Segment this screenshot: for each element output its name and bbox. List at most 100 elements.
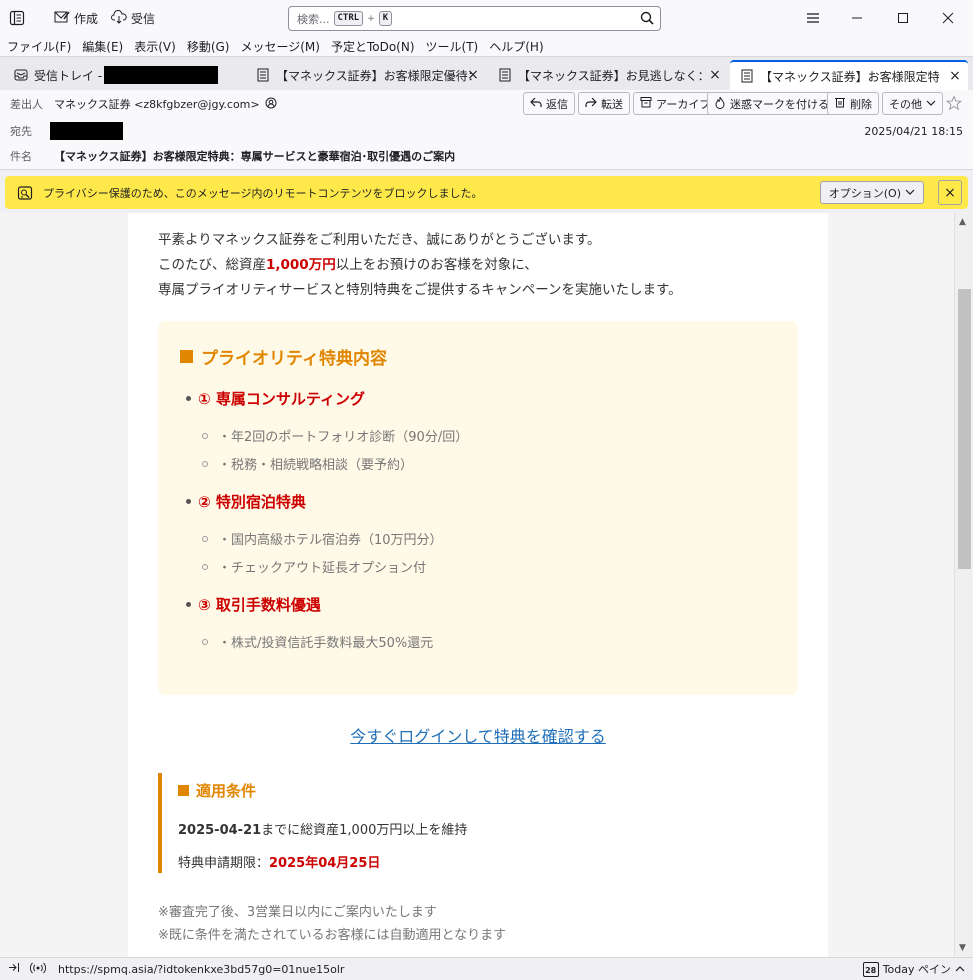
online-status-icon[interactable] <box>29 962 47 977</box>
menu-help[interactable]: ヘルプ(H) <box>489 38 543 55</box>
benefit-item: ③ 取引手数料優遇 <box>186 594 321 615</box>
subject-row: 件名 【マネックス証券】お客様限定特典：専属サービスと豪華宿泊･取引優遇のご案内 <box>10 148 455 164</box>
condition-date: 2025-04-21 <box>178 823 262 838</box>
reply-button[interactable]: 返信 <box>523 92 575 115</box>
login-link[interactable]: 今すぐログインして特典を確認する <box>350 727 606 746</box>
scrollbar-thumb[interactable] <box>958 289 971 569</box>
menu-message[interactable]: メッセージ(M) <box>240 38 319 55</box>
close-notification-icon[interactable]: × <box>938 180 962 205</box>
maximize-icon[interactable] <box>893 8 913 28</box>
close-tab-icon[interactable]: × <box>708 68 722 82</box>
benefit-item: ① 専属コンサルティング <box>186 388 365 409</box>
benefit-item: ② 特別宿泊特典 <box>186 491 306 512</box>
junk-button[interactable]: 迷惑マークを付ける <box>707 92 836 115</box>
email-page: 平素よりマネックス証券をご利用いただき、誠にありがとうございます。 このたび、総… <box>128 213 828 957</box>
intro-text: 平素よりマネックス証券をご利用いただき、誠にありがとうございます。 このたび、総… <box>158 228 682 303</box>
benefit-sub-text: ・チェックアウト延長オプション付 <box>218 561 427 576</box>
menu-events-tasks[interactable]: 予定とToDo(N) <box>331 38 415 55</box>
benefit-sub-text: ・年2回のポートフォリオ診断（90分/回） <box>218 430 469 445</box>
bullet-dot <box>186 499 191 504</box>
flame-icon <box>714 96 726 112</box>
benefit-title: ③ 取引手数料優遇 <box>198 596 321 614</box>
circle-bullet <box>202 638 208 645</box>
benefits-title: プライオリティ特典内容 <box>180 344 387 369</box>
close-tab-icon[interactable]: × <box>948 69 962 83</box>
from-value[interactable]: マネックス証券 <z8kfgbzer@jgy.com> <box>54 96 260 112</box>
square-bullet-icon <box>180 350 193 363</box>
minimize-icon[interactable] <box>847 8 867 28</box>
app-menu-icon[interactable] <box>8 9 26 27</box>
from-row: 差出人 マネックス証券 <z8kfgbzer@jgy.com> <box>10 96 277 112</box>
subject-value: 【マネックス証券】お客様限定特典：専属サービスと豪華宿泊･取引優遇のご案内 <box>54 150 456 163</box>
hamburger-menu-icon[interactable] <box>803 8 823 28</box>
bullet-dot <box>186 602 191 607</box>
forward-button[interactable]: 転送 <box>578 92 630 115</box>
chevron-down-icon <box>905 186 915 199</box>
delete-label: 削除 <box>850 97 872 111</box>
cloud-download-icon <box>111 9 127 27</box>
message-icon <box>740 69 754 83</box>
scroll-down-icon[interactable]: ▼ <box>959 943 966 953</box>
circle-bullet <box>202 432 208 439</box>
menu-tools[interactable]: ツール(T) <box>426 38 479 55</box>
tab-message-3-active[interactable]: 【マネックス証券】お客様限定特典：専 × <box>730 60 968 90</box>
tab-inbox[interactable]: 受信トレイ - <box>4 61 244 89</box>
note-2: ※既に条件を満たされているお客様には自動適用となります <box>158 928 507 943</box>
tab-message-2[interactable]: 【マネックス証券】お見逃しなく：高配 × <box>488 61 728 89</box>
benefit-sub-item: ・年2回のポートフォリオ診断（90分/回） <box>202 426 468 445</box>
tab-message-1[interactable]: 【マネックス証券】お客様限定優待：高 × <box>246 61 486 89</box>
compose-button[interactable]: 作成 <box>54 9 98 27</box>
close-tab-icon[interactable]: × <box>466 68 480 82</box>
forward-icon <box>585 97 597 111</box>
notes: ※審査完了後、3営業日以内にご案内いたします ※既に条件を満たされているお客様に… <box>158 901 506 947</box>
more-button[interactable]: その他 <box>882 92 943 115</box>
today-pane-toggle[interactable]: 28 Today ペイン <box>862 961 965 977</box>
shortcut-plus: + <box>367 13 375 24</box>
remote-content-notification: プライバシー保護のため、このメッセージ内のリモートコンテンツをブロックしました。… <box>5 176 968 209</box>
tab-inbox-label: 受信トレイ - <box>34 68 103 83</box>
from-label: 差出人 <box>10 98 43 111</box>
bullet-dot <box>186 396 191 401</box>
junk-label: 迷惑マークを付ける <box>730 97 829 111</box>
subject-label: 件名 <box>10 150 32 163</box>
menu-view[interactable]: 表示(V) <box>134 38 176 55</box>
benefit-title: ② 特別宿泊特典 <box>198 493 306 511</box>
options-button[interactable]: オプション(O) <box>819 181 924 204</box>
chevron-down-icon <box>926 97 936 110</box>
benefit-sub-item: ・税務・相続戦略相談（要予約） <box>202 454 413 473</box>
intro-line-3: 専属プライオリティサービスと特別特典をご提供するキャンペーンを実施いたします。 <box>158 282 682 298</box>
today-pane-label: Today ペイン <box>882 963 951 976</box>
compose-icon <box>54 10 70 27</box>
vertical-scrollbar[interactable]: ▲ ▼ <box>954 213 973 957</box>
intro-line-2: このたび、総資産1,000万円以上をお預けのお客様を対象に、 <box>158 253 682 278</box>
message-icon <box>256 68 270 82</box>
deadline-line: 特典申請期限：2025年04月25日 <box>178 852 380 871</box>
intro-line-1: 平素よりマネックス証券をご利用いただき、誠にありがとうございます。 <box>158 232 601 248</box>
contact-icon[interactable] <box>265 97 277 112</box>
shortcut-key-k: K <box>378 11 393 26</box>
archive-button[interactable]: アーカイブ <box>633 92 718 115</box>
receive-button[interactable]: 受信 <box>111 9 155 27</box>
benefits-title-text: プライオリティ特典内容 <box>201 349 387 369</box>
menu-edit[interactable]: 編集(E) <box>82 38 123 55</box>
square-bullet-icon <box>178 785 189 796</box>
close-window-icon[interactable] <box>938 8 958 28</box>
circle-bullet <box>202 460 208 467</box>
condition-line: 2025-04-21までに総資産1,000万円以上を維持 <box>178 819 467 838</box>
redacted-recipient <box>50 122 123 140</box>
scroll-up-icon[interactable]: ▲ <box>959 217 966 227</box>
conditions-box: 適用条件 2025-04-21までに総資産1,000万円以上を維持 特典申請期限… <box>158 773 798 873</box>
chevron-up-icon <box>955 963 965 976</box>
menu-file[interactable]: ファイル(F) <box>7 38 71 55</box>
menu-go[interactable]: 移動(G) <box>187 38 230 55</box>
star-icon[interactable] <box>945 95 963 114</box>
search-input[interactable]: 検索... CTRL + K <box>288 6 661 31</box>
benefit-sub-item: ・株式/投資信託手数料最大50%還元 <box>202 632 433 651</box>
delete-button[interactable]: 削除 <box>827 92 879 115</box>
sidebar-toggle-icon[interactable] <box>8 962 20 976</box>
to-label: 宛先 <box>10 125 32 138</box>
benefit-sub-item: ・チェックアウト延長オプション付 <box>202 557 426 576</box>
conditions-title: 適用条件 <box>178 780 256 801</box>
search-icon <box>640 11 654 28</box>
asset-amount: 1,000万円 <box>266 257 336 273</box>
